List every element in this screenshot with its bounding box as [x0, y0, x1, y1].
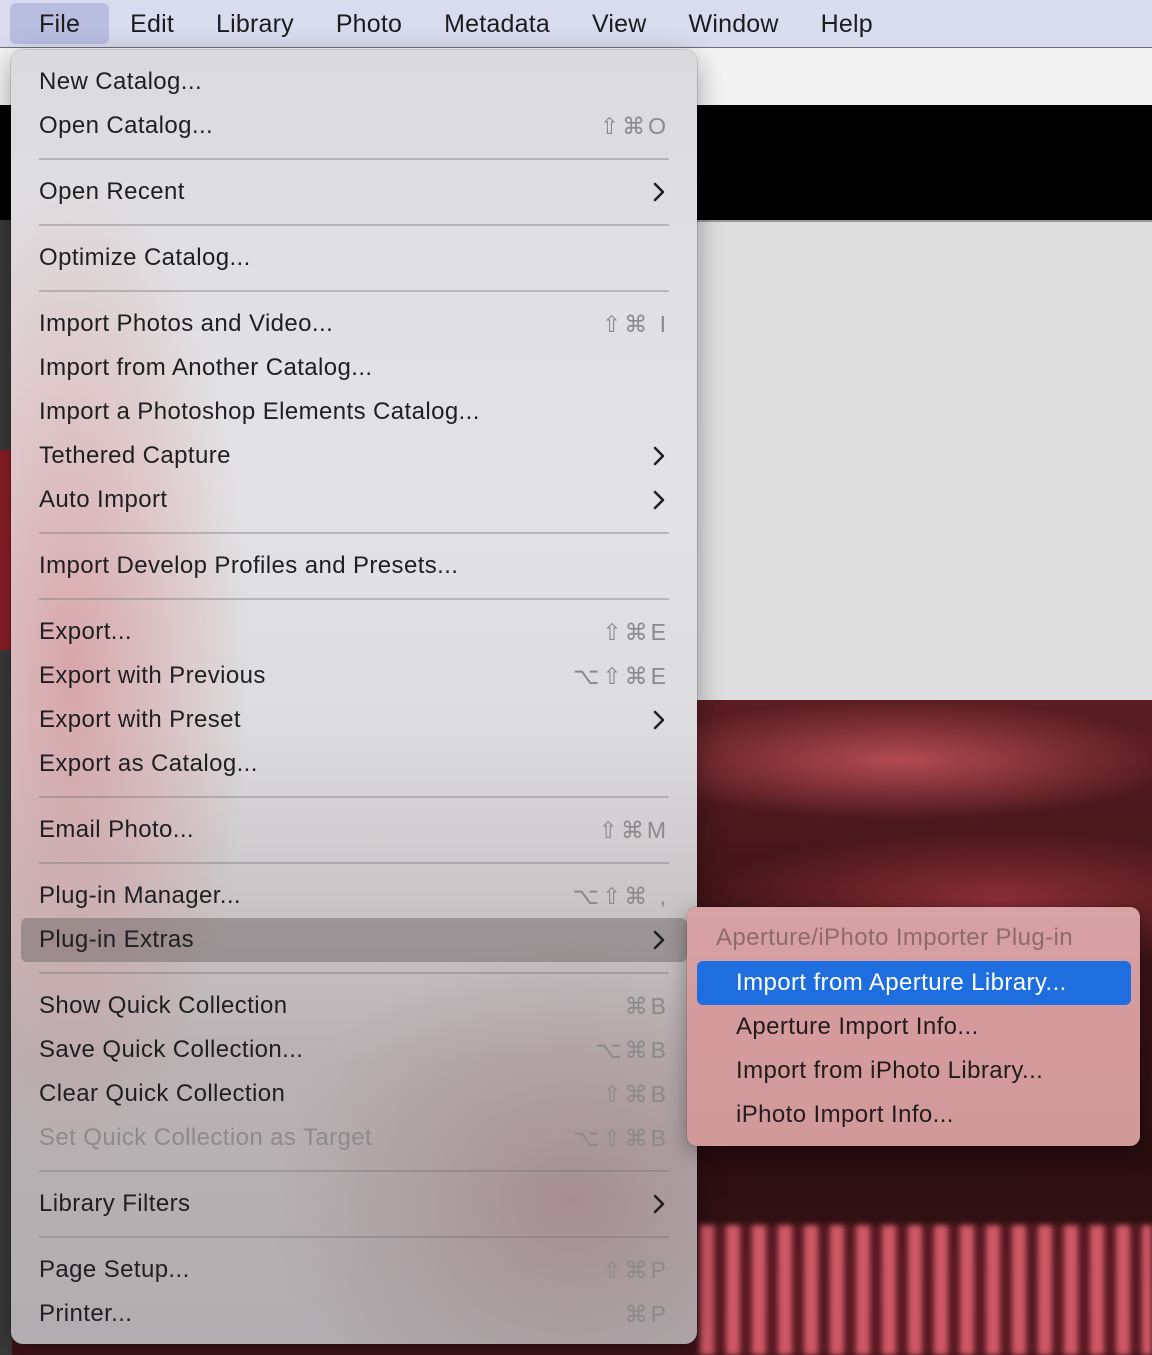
menu-separator: [39, 598, 669, 600]
menu-item-library-filters[interactable]: Library Filters: [21, 1182, 687, 1226]
menu-separator: [39, 1170, 669, 1172]
menu-item-new-catalog[interactable]: New Catalog...: [21, 60, 687, 104]
menu-item-tethered-capture[interactable]: Tethered Capture: [21, 434, 687, 478]
menu-item-plugin-extras[interactable]: Plug-in Extras: [21, 918, 687, 962]
menu-item-save-quick-collection[interactable]: Save Quick Collection... ⌥⌘B: [21, 1028, 687, 1072]
menu-photo[interactable]: Photo: [315, 3, 423, 44]
menu-item-export-preset[interactable]: Export with Preset: [21, 698, 687, 742]
menu-metadata[interactable]: Metadata: [423, 3, 571, 44]
menu-item-open-catalog[interactable]: Open Catalog... ⇧⌘O: [21, 104, 687, 148]
menu-item-label: Open Recent: [39, 178, 185, 205]
menu-window[interactable]: Window: [668, 3, 800, 44]
menu-view[interactable]: View: [571, 3, 668, 44]
submenu-item-aperture-info[interactable]: Aperture Import Info...: [697, 1005, 1150, 1049]
chevron-right-icon: [653, 182, 665, 202]
submenu-item-import-aperture[interactable]: Import from Aperture Library...: [697, 961, 1131, 1005]
menu-separator: [39, 532, 669, 534]
menu-item-label: Optimize Catalog...: [39, 244, 251, 271]
menu-edit[interactable]: Edit: [109, 3, 195, 44]
submenu-item-import-iphoto[interactable]: Import from iPhoto Library...: [697, 1049, 1150, 1093]
submenu-section-header: Aperture/iPhoto Importer Plug-in: [716, 924, 1073, 951]
chevron-right-icon: [653, 490, 665, 510]
chevron-right-icon: [653, 446, 665, 466]
chevron-right-icon: [653, 930, 665, 950]
menu-item-email-photo[interactable]: Email Photo... ⇧⌘M: [21, 808, 687, 852]
shortcut-label: ⇧⌘ I: [601, 310, 669, 337]
shortcut-label: ⇧⌘B: [602, 1080, 669, 1107]
menu-item-import-another-catalog[interactable]: Import from Another Catalog...: [21, 346, 687, 390]
shortcut-label: ⇧⌘E: [602, 618, 669, 645]
menu-item-import-profiles[interactable]: Import Develop Profiles and Presets...: [21, 544, 687, 588]
menu-separator: [39, 290, 669, 292]
menu-item-label: Show Quick Collection: [39, 992, 288, 1019]
shortcut-label: ⌘P: [624, 1300, 669, 1327]
menu-item-label: Plug-in Extras: [39, 926, 194, 953]
menu-item-label: Export...: [39, 618, 132, 645]
shortcut-label: ⇧⌘P: [602, 1256, 669, 1283]
menu-item-label: Export with Preset: [39, 706, 241, 733]
shortcut-label: ⌥⇧⌘E: [572, 662, 669, 689]
menu-item-export-previous[interactable]: Export with Previous ⌥⇧⌘E: [21, 654, 687, 698]
plugin-extras-submenu: Aperture/iPhoto Importer Plug-in Import …: [687, 907, 1140, 1146]
menu-item-label: Import Develop Profiles and Presets...: [39, 552, 459, 579]
menu-item-import-photos[interactable]: Import Photos and Video... ⇧⌘ I: [21, 302, 687, 346]
file-menu-dropdown: New Catalog... Open Catalog... ⇧⌘O Open …: [11, 50, 697, 1344]
menu-separator: [39, 972, 669, 974]
menu-item-label: Save Quick Collection...: [39, 1036, 304, 1063]
menu-item-label: Import from Another Catalog...: [39, 354, 373, 381]
submenu-item-iphoto-info[interactable]: iPhoto Import Info...: [697, 1093, 1150, 1137]
menu-item-optimize-catalog[interactable]: Optimize Catalog...: [21, 236, 687, 280]
shortcut-label: ⇧⌘M: [598, 816, 669, 843]
menu-item-clear-quick-collection[interactable]: Clear Quick Collection ⇧⌘B: [21, 1072, 687, 1116]
menu-separator: [39, 796, 669, 798]
menu-item-label: Auto Import: [39, 486, 168, 513]
chevron-right-icon: [653, 710, 665, 730]
menu-item-page-setup[interactable]: Page Setup... ⇧⌘P: [21, 1248, 687, 1292]
chevron-right-icon: [653, 1194, 665, 1214]
menu-help[interactable]: Help: [800, 3, 894, 44]
menu-separator: [39, 224, 669, 226]
menu-item-plugin-manager[interactable]: Plug-in Manager... ⌥⇧⌘ ,: [21, 874, 687, 918]
menu-item-show-quick-collection[interactable]: Show Quick Collection ⌘B: [21, 984, 687, 1028]
menu-file[interactable]: File: [10, 3, 110, 44]
menu-item-set-quick-target: Set Quick Collection as Target ⌥⇧⌘B: [21, 1116, 687, 1160]
menu-item-label: New Catalog...: [39, 68, 203, 95]
menu-item-label: Email Photo...: [39, 816, 195, 843]
menu-library[interactable]: Library: [195, 3, 315, 44]
menu-item-label: Page Setup...: [39, 1256, 190, 1283]
menu-separator: [39, 862, 669, 864]
menu-item-auto-import[interactable]: Auto Import: [21, 478, 687, 522]
menu-item-import-pse-catalog[interactable]: Import a Photoshop Elements Catalog...: [21, 390, 687, 434]
menu-item-export[interactable]: Export... ⇧⌘E: [21, 610, 687, 654]
menu-item-printer[interactable]: Printer... ⌘P: [21, 1292, 687, 1336]
menu-item-label: Import a Photoshop Elements Catalog...: [39, 398, 480, 425]
photo-detail: [700, 1225, 1152, 1355]
menu-separator: [39, 1236, 669, 1238]
menu-item-label: Set Quick Collection as Target: [39, 1124, 373, 1151]
menu-separator: [39, 158, 669, 160]
menu-item-label: Tethered Capture: [39, 442, 231, 469]
menu-item-label: Export as Catalog...: [39, 750, 258, 777]
menu-item-open-recent[interactable]: Open Recent: [21, 170, 687, 214]
menu-item-export-catalog[interactable]: Export as Catalog...: [21, 742, 687, 786]
menu-bar: File Edit Library Photo Metadata View Wi…: [0, 0, 1152, 48]
menu-item-label: Export with Previous: [39, 662, 266, 689]
menu-item-label: Printer...: [39, 1300, 133, 1327]
shortcut-label: ⌥⇧⌘ ,: [572, 882, 669, 909]
menu-item-label: Library Filters: [39, 1190, 191, 1217]
menu-item-label: Plug-in Manager...: [39, 882, 241, 909]
shortcut-label: ⌘B: [624, 992, 669, 1019]
menu-item-label: Open Catalog...: [39, 112, 214, 139]
shortcut-label: ⇧⌘O: [599, 112, 669, 139]
shortcut-label: ⌥⇧⌘B: [572, 1124, 669, 1151]
menu-item-label: Import Photos and Video...: [39, 310, 334, 337]
shortcut-label: ⌥⌘B: [595, 1036, 669, 1063]
menu-item-label: Clear Quick Collection: [39, 1080, 286, 1107]
